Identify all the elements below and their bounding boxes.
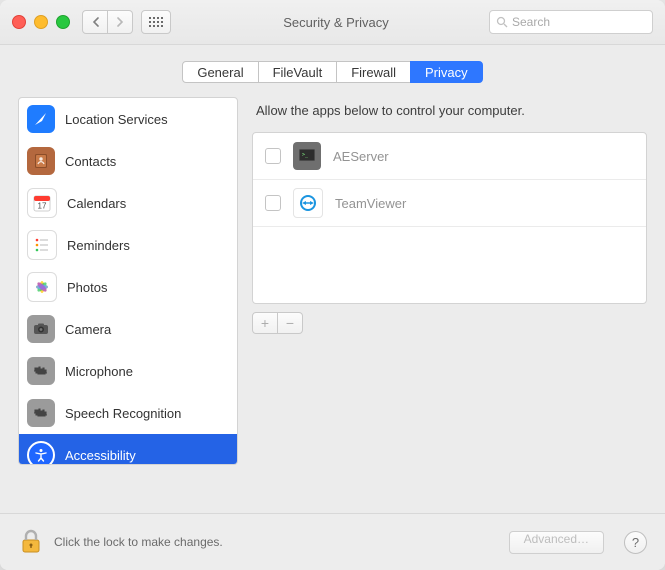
sidebar-item-label: Photos: [67, 280, 107, 295]
chevron-right-icon: [117, 17, 124, 27]
microphone-icon: [27, 357, 55, 385]
sidebar-item-label: Calendars: [67, 196, 126, 211]
search-placeholder: Search: [512, 15, 550, 29]
app-name: TeamViewer: [335, 196, 406, 211]
minimize-window-button[interactable]: [34, 15, 48, 29]
sidebar-item-label: Accessibility: [65, 448, 136, 463]
content-area: Location Services Contacts 17 Calendars …: [0, 83, 665, 481]
photos-icon: [27, 272, 57, 302]
back-button[interactable]: [82, 10, 108, 34]
sidebar-item-reminders[interactable]: Reminders: [19, 224, 237, 266]
svg-text:17: 17: [38, 202, 47, 211]
grid-icon: [149, 17, 163, 27]
traffic-lights: [12, 15, 70, 29]
accessibility-icon: [27, 441, 55, 465]
advanced-button[interactable]: Advanced…: [509, 531, 604, 554]
tab-filevault[interactable]: FileVault: [258, 61, 338, 83]
close-window-button[interactable]: [12, 15, 26, 29]
compass-icon: [27, 105, 55, 133]
chevron-left-icon: [92, 17, 99, 27]
sidebar-item-label: Reminders: [67, 238, 130, 253]
sidebar-item-speech[interactable]: Speech Recognition: [19, 392, 237, 434]
tab-firewall[interactable]: Firewall: [336, 61, 411, 83]
book-icon: [27, 147, 55, 175]
terminal-icon: >_: [293, 142, 321, 170]
reminders-icon: [27, 230, 57, 260]
footer: Click the lock to make changes. Advanced…: [0, 513, 665, 570]
panel-description: Allow the apps below to control your com…: [252, 97, 647, 132]
sidebar-item-camera[interactable]: Camera: [19, 308, 237, 350]
lock-icon: [20, 529, 42, 555]
titlebar: Security & Privacy Search: [0, 0, 665, 45]
sidebar-item-location[interactable]: Location Services: [19, 98, 237, 140]
search-field[interactable]: Search: [489, 10, 653, 34]
remove-app-button[interactable]: −: [278, 312, 303, 334]
sidebar-item-microphone[interactable]: Microphone: [19, 350, 237, 392]
app-row[interactable]: >_ AEServer: [253, 133, 646, 180]
nav-buttons: [82, 10, 133, 34]
sidebar-item-photos[interactable]: Photos: [19, 266, 237, 308]
teamviewer-icon: [293, 188, 323, 218]
zoom-window-button[interactable]: [56, 15, 70, 29]
search-icon: [496, 16, 508, 28]
sidebar-item-accessibility[interactable]: Accessibility: [19, 434, 237, 465]
privacy-sidebar: Location Services Contacts 17 Calendars …: [18, 97, 238, 465]
forward-button[interactable]: [108, 10, 133, 34]
window-title: Security & Privacy: [183, 15, 489, 30]
main-panel: Allow the apps below to control your com…: [252, 97, 647, 465]
add-remove-buttons: + −: [252, 312, 647, 334]
app-list: >_ AEServer TeamViewer: [252, 132, 647, 304]
calendar-icon: 17: [27, 188, 57, 218]
camera-icon: [27, 315, 55, 343]
sidebar-item-label: Microphone: [65, 364, 133, 379]
tab-bar: General FileVault Firewall Privacy: [0, 61, 665, 83]
tab-general[interactable]: General: [182, 61, 258, 83]
lock-button[interactable]: [18, 527, 44, 557]
sidebar-item-label: Contacts: [65, 154, 116, 169]
svg-text:>_: >_: [302, 152, 309, 158]
preferences-window: Security & Privacy Search General FileVa…: [0, 0, 665, 570]
sidebar-item-label: Camera: [65, 322, 111, 337]
speech-icon: [27, 399, 55, 427]
app-name: AEServer: [333, 149, 389, 164]
app-checkbox[interactable]: [265, 195, 281, 211]
lock-description: Click the lock to make changes.: [54, 535, 499, 549]
add-app-button[interactable]: +: [252, 312, 278, 334]
help-button[interactable]: ?: [624, 531, 647, 554]
tab-privacy[interactable]: Privacy: [410, 61, 483, 83]
app-row[interactable]: TeamViewer: [253, 180, 646, 227]
sidebar-item-calendars[interactable]: 17 Calendars: [19, 182, 237, 224]
show-all-button[interactable]: [141, 10, 171, 34]
sidebar-item-contacts[interactable]: Contacts: [19, 140, 237, 182]
sidebar-item-label: Location Services: [65, 112, 168, 127]
app-checkbox[interactable]: [265, 148, 281, 164]
sidebar-item-label: Speech Recognition: [65, 406, 181, 421]
